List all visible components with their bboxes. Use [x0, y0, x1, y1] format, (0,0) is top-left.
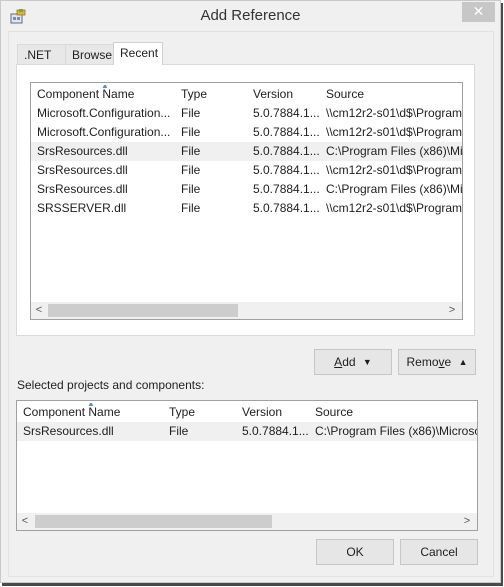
cell-source: \\cm12r2-s01\d$\Program — [326, 201, 463, 215]
column-header-component-name[interactable]: ▲ Component Name — [23, 403, 163, 422]
table-row[interactable]: SrsResources.dll File 5.0.7884.1... C:\Prog… — [31, 180, 462, 199]
add-button[interactable]: Add ▼ — [314, 349, 392, 375]
tab-dotnet[interactable]: .NET — [17, 44, 66, 64]
cell-name: SrsResources.dll — [37, 144, 128, 158]
table-row[interactable]: SrsResources.dll File 5.0.7884.1... C:\Prog… — [31, 142, 462, 161]
scroll-right-icon[interactable]: > — [460, 513, 474, 530]
cell-source: \\cm12r2-s01\d$\Program — [326, 125, 463, 139]
table-row[interactable]: Microsoft.Configuration... File 5.0.7884.1… — [31, 123, 462, 142]
list-header: ▲ Component Name Type Version Source — [31, 85, 462, 104]
cell-type: File — [181, 144, 201, 158]
cell-source: \\cm12r2-s01\d$\Program — [326, 163, 463, 177]
column-header-source[interactable]: Source — [326, 85, 462, 104]
tab-label: Browse — [72, 48, 113, 62]
sort-ascending-icon: ▲ — [101, 85, 109, 90]
close-button[interactable]: ✕ — [462, 2, 495, 22]
table-row[interactable]: SrsResources.dll File 5.0.7884.1... \\cm12r… — [31, 161, 462, 180]
selected-components-label: Selected projects and components: — [17, 378, 205, 392]
cell-source: C:\Program Files (x86)\Mic — [326, 182, 463, 196]
sort-ascending-icon: ▲ — [87, 403, 95, 408]
cancel-button[interactable]: Cancel — [400, 539, 478, 565]
title-bar: Add Reference ✕ — [1, 1, 500, 31]
scroll-right-icon[interactable]: > — [445, 302, 459, 319]
cell-type: File — [181, 163, 201, 177]
tab-browse[interactable]: Browse — [65, 44, 114, 64]
cell-version: 5.0.7884.1... — [253, 163, 320, 177]
column-header-version[interactable]: Version — [242, 403, 312, 422]
scroll-left-icon[interactable]: < — [18, 513, 32, 530]
cell-name: SrsResources.dll — [23, 424, 114, 438]
dropdown-arrow-down-icon: ▼ — [362, 357, 372, 367]
table-row[interactable]: SRSSERVER.dll File 5.0.7884.1... \\cm12r2-s… — [31, 199, 462, 218]
column-header-source[interactable]: Source — [315, 403, 477, 422]
column-header-type[interactable]: Type — [181, 85, 251, 104]
cell-version: 5.0.7884.1... — [253, 125, 320, 139]
remove-button[interactable]: Remove ▲ — [398, 349, 476, 375]
cell-version: 5.0.7884.1... — [253, 144, 320, 158]
column-header-type[interactable]: Type — [169, 403, 239, 422]
cell-type: File — [181, 106, 201, 120]
ok-button[interactable]: OK — [316, 539, 394, 565]
column-header-component-name[interactable]: ▲ Component Name — [37, 85, 177, 104]
tab-recent[interactable]: Recent — [113, 42, 163, 65]
cell-source: \\cm12r2-s01\d$\Program — [326, 106, 463, 120]
cell-type: File — [169, 424, 189, 438]
cell-version: 5.0.7884.1... — [253, 201, 320, 215]
dropdown-arrow-up-icon: ▲ — [458, 357, 468, 367]
scrollbar-thumb[interactable] — [35, 515, 272, 528]
cell-type: File — [181, 201, 201, 215]
cell-version: 5.0.7884.1... — [253, 182, 320, 196]
cell-source: C:\Program Files (x86)\Microso — [315, 424, 478, 438]
dialog-title: Add Reference — [200, 7, 301, 24]
cell-type: File — [181, 182, 201, 196]
table-row[interactable]: SrsResources.dll File 5.0.7884.1... C:\Prog… — [17, 422, 477, 441]
scroll-left-icon[interactable]: < — [32, 302, 46, 319]
list-header: ▲ Component Name Type Version Source — [17, 403, 477, 422]
table-row[interactable]: Microsoft.Configuration... File 5.0.7884.1… — [31, 104, 462, 123]
tab-label: .NET — [24, 48, 52, 62]
close-icon: ✕ — [472, 3, 485, 19]
selected-list-horizontal-scrollbar[interactable]: < > — [17, 513, 477, 530]
cell-type: File — [181, 125, 201, 139]
recent-list-horizontal-scrollbar[interactable]: < > — [31, 302, 462, 319]
cell-version: 5.0.7884.1... — [253, 106, 320, 120]
scrollbar-thumb[interactable] — [48, 304, 238, 317]
column-header-version[interactable]: Version — [253, 85, 323, 104]
cell-version: 5.0.7884.1... — [242, 424, 309, 438]
cell-name: SrsResources.dll — [37, 163, 128, 177]
cell-name: SrsResources.dll — [37, 182, 128, 196]
cell-name: SRSSERVER.dll — [37, 201, 127, 215]
cell-name: Microsoft.Configuration... — [37, 125, 171, 139]
recent-references-list[interactable]: ▲ Component Name Type Version Source Mic… — [30, 82, 463, 320]
tab-label: Recent — [120, 46, 159, 60]
cell-source: C:\Program Files (x86)\Mic — [326, 144, 463, 158]
cell-name: Microsoft.Configuration... — [37, 106, 171, 120]
selected-components-list[interactable]: ▲ Component Name Type Version Source Srs… — [16, 400, 478, 531]
